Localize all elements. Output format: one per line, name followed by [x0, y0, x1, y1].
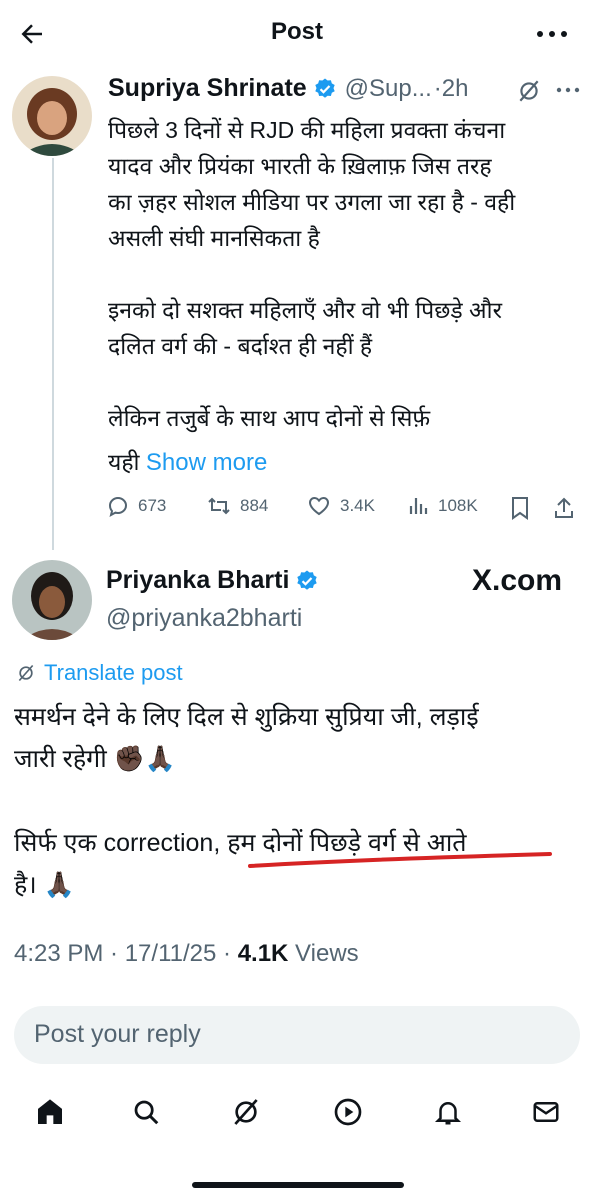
- post-text-tail: यही: [108, 449, 140, 475]
- author-name[interactable]: Supriya Shrinate: [108, 74, 307, 103]
- reply-action[interactable]: 673: [106, 494, 166, 518]
- watermark: X.com: [472, 564, 563, 597]
- reply-count: 673: [138, 496, 167, 515]
- page-title: Post: [270, 18, 323, 45]
- post-text: पिछले 3 दिनों से RJD की महिला प्रवक्ता क…: [108, 117, 516, 431]
- post-time: 2h: [441, 74, 469, 102]
- heart-icon: [308, 496, 330, 516]
- reply-header: Priyanka Bharti: [106, 566, 319, 595]
- nav-notifications[interactable]: [428, 1092, 468, 1132]
- translate-label: Translate post: [44, 660, 183, 685]
- views-count: 108K: [438, 496, 478, 515]
- author-handle[interactable]: @Sup...: [345, 75, 432, 103]
- avatar[interactable]: [12, 560, 92, 640]
- reply-icon: [108, 496, 128, 517]
- grok-icon: [18, 664, 34, 682]
- author-name[interactable]: Priyanka Bharti: [106, 566, 289, 595]
- grok-button[interactable]: [514, 76, 544, 106]
- reply-placeholder: Post your reply: [34, 1020, 201, 1048]
- bookmark-button[interactable]: [506, 494, 534, 522]
- search-icon: [134, 1100, 159, 1125]
- share-button[interactable]: [550, 494, 578, 522]
- more-options-button[interactable]: [532, 20, 572, 48]
- nav-grok[interactable]: [226, 1092, 266, 1132]
- red-underline: [248, 852, 552, 868]
- separator: ·: [433, 74, 442, 102]
- nav-messages[interactable]: [526, 1092, 566, 1132]
- grok-icon: [234, 1099, 258, 1125]
- author-handle[interactable]: @priyanka2bharti: [106, 604, 302, 633]
- post-timestamp: 4:23 PM · 17/11/25 · 4.1K Views: [14, 940, 359, 968]
- more-horizontal-icon: [537, 31, 567, 37]
- views-number: 4.1K: [237, 940, 289, 967]
- views-icon: [409, 498, 428, 514]
- repost-icon: [208, 497, 230, 515]
- like-count: 3.4K: [340, 496, 375, 515]
- like-action[interactable]: 3.4K: [306, 494, 375, 518]
- timestamp-text: 4:23 PM · 17/11/25 ·: [14, 940, 238, 967]
- bookmark-icon: [512, 497, 528, 520]
- home-indicator: [192, 1182, 404, 1188]
- views-label: Views: [288, 940, 359, 967]
- video-icon: [334, 1098, 362, 1126]
- more-horizontal-icon: [556, 87, 580, 93]
- verified-badge-icon: [297, 570, 318, 590]
- repost-count: 884: [240, 496, 269, 515]
- post-text-last-line: यही Show more: [108, 444, 267, 481]
- show-more-link[interactable]: Show more: [146, 449, 267, 476]
- avatar[interactable]: [12, 76, 92, 156]
- share-icon: [555, 497, 573, 518]
- nav-video[interactable]: [328, 1092, 368, 1132]
- grok-icon: [519, 80, 539, 102]
- nav-home[interactable]: [30, 1092, 70, 1132]
- nav-search[interactable]: [126, 1092, 166, 1132]
- post-more-button[interactable]: [553, 80, 583, 100]
- verified-badge-icon: [314, 78, 335, 98]
- notifications-icon: [434, 1102, 462, 1125]
- views-action[interactable]: 108K: [408, 494, 478, 518]
- home-icon: [38, 1099, 62, 1124]
- post-header: Supriya Shrinate @Sup... · 2h: [108, 74, 468, 103]
- thread-connector: [52, 158, 54, 550]
- messages-icon: [533, 1102, 559, 1122]
- translate-post-link[interactable]: Translate post: [16, 660, 183, 686]
- repost-action[interactable]: 884: [206, 494, 268, 518]
- reply-text: समर्थन देने के लिए दिल से शुक्रिया सुप्र…: [14, 703, 479, 899]
